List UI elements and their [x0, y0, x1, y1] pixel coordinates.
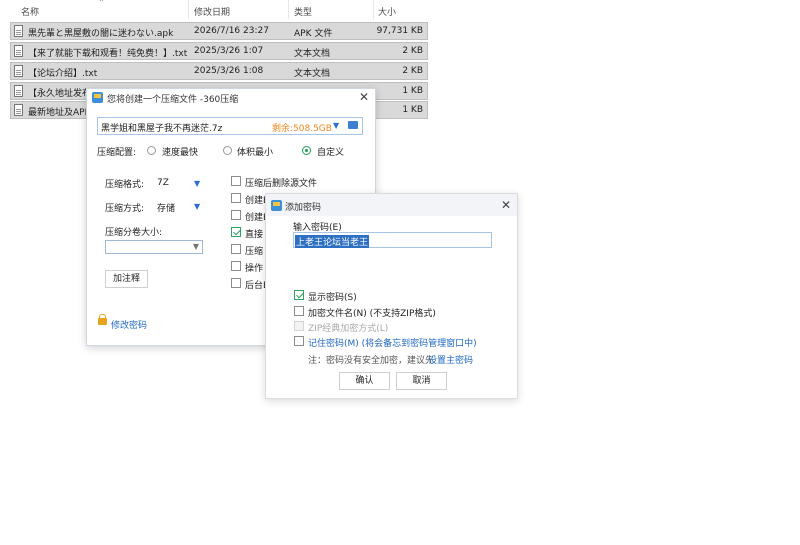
- file-date: 2026/7/16 23:27: [194, 26, 269, 36]
- chevron-down-icon[interactable]: ▼: [194, 202, 200, 211]
- column-divider[interactable]: [288, 0, 289, 19]
- file-row[interactable]: 【来了就能下载和观看！纯免费！】.txt 2025/3/26 1:07 文本文档…: [10, 42, 428, 60]
- option-checkbox-checked[interactable]: [231, 227, 241, 237]
- folder-icon[interactable]: [348, 121, 358, 129]
- option-checkbox[interactable]: [231, 210, 241, 220]
- option-label[interactable]: 操作: [245, 261, 263, 274]
- config-label: 压缩配置:: [97, 148, 137, 158]
- file-size: 97,731 KB: [376, 26, 423, 36]
- file-size: 2 KB: [402, 46, 423, 56]
- option-label[interactable]: 压缩: [245, 244, 263, 257]
- file-row[interactable]: 【论坛介绍】.txt 2025/3/26 1:08 文本文档 2 KB: [10, 62, 428, 80]
- close-icon[interactable]: ✕: [501, 199, 511, 211]
- file-name: 最新地址及APP: [28, 108, 91, 118]
- radio-custom-label[interactable]: 自定义: [317, 145, 344, 158]
- chevron-down-icon[interactable]: ▼: [194, 179, 200, 188]
- remember-password-checkbox[interactable]: [294, 336, 304, 346]
- option-label[interactable]: 直接: [245, 227, 263, 240]
- text-file-icon: [14, 65, 23, 77]
- file-name: 【论坛介绍】.txt: [28, 69, 98, 79]
- lock-icon: [98, 314, 107, 325]
- option-checkbox[interactable]: [231, 261, 241, 271]
- split-size-select[interactable]: ▼: [105, 240, 203, 254]
- file-name: 黒先輩と黒屋敷の闇に迷わない.apk: [28, 29, 174, 39]
- text-file-icon: [14, 104, 23, 116]
- zip-classic-checkbox: [294, 321, 304, 331]
- radio-smallest[interactable]: [223, 146, 232, 155]
- archive-path-input[interactable]: 黑学姐和黑屋子我不再迷茫.7z 剩余:508.5GB ▼: [97, 117, 363, 135]
- file-type: APK 文件: [294, 29, 333, 39]
- add-password-dialog: 添加密码 ✕ 输入密码(E) 上老王论坛当老王 显示密码(S) 加密文件名(N)…: [265, 193, 518, 399]
- file-list-header: 名称 ⌃ 修改日期 类型 大小: [0, 0, 430, 19]
- option-checkbox[interactable]: [231, 244, 241, 254]
- split-label: 压缩分卷大小:: [105, 228, 163, 238]
- password-input[interactable]: 上老王论坛当老王: [293, 232, 492, 248]
- radio-fastest-label[interactable]: 速度最快: [162, 145, 198, 158]
- confirm-button[interactable]: 确认: [339, 372, 390, 390]
- file-date: 2025/3/26 1:07: [194, 46, 264, 56]
- show-password-checkbox[interactable]: [294, 290, 304, 300]
- free-space-label: 剩余:508.5GB: [272, 124, 332, 134]
- method-value[interactable]: 存储: [157, 201, 175, 214]
- set-master-password-link[interactable]: 设置主密码: [428, 353, 473, 366]
- dialog-title: 添加密码: [285, 203, 322, 213]
- column-divider[interactable]: [188, 0, 189, 19]
- dialog-titlebar[interactable]: 添加密码 ✕: [266, 194, 517, 216]
- file-size: 1 KB: [402, 86, 423, 96]
- encrypt-filenames-label[interactable]: 加密文件名(N) (不支持ZIP格式): [308, 306, 436, 319]
- archive-app-icon: [92, 92, 103, 103]
- file-name: 【来了就能下载和观看！纯免费！】.txt: [28, 49, 188, 59]
- file-size: 1 KB: [402, 105, 423, 115]
- zip-classic-label: ZIP经典加密方式(L): [308, 324, 389, 334]
- file-date: 2025/3/26 1:08: [194, 66, 264, 76]
- archive-app-icon: [271, 200, 282, 211]
- column-type[interactable]: 类型: [294, 5, 312, 18]
- option-checkbox[interactable]: [231, 176, 241, 186]
- option-checkbox[interactable]: [231, 278, 241, 288]
- encrypt-filenames-checkbox[interactable]: [294, 306, 304, 316]
- column-size[interactable]: 大小: [378, 5, 396, 18]
- column-divider[interactable]: [373, 0, 374, 19]
- file-icon: [14, 25, 23, 37]
- file-type: 文本文档: [294, 49, 331, 59]
- archive-path-value: 黑学姐和黑屋子我不再迷茫.7z: [101, 124, 223, 134]
- dropdown-arrow-icon[interactable]: ▼: [333, 121, 339, 130]
- format-label: 压缩格式:: [105, 180, 145, 190]
- cancel-button[interactable]: 取消: [396, 372, 447, 390]
- format-value[interactable]: 7Z: [157, 178, 169, 188]
- file-row[interactable]: 黒先輩と黒屋敷の闇に迷わない.apk 2026/7/16 23:27 APK 文…: [10, 22, 428, 40]
- file-type: 文本文档: [294, 69, 331, 79]
- option-checkbox[interactable]: [231, 193, 241, 203]
- sort-up-icon: ⌃: [98, 0, 105, 7]
- change-password-link[interactable]: 修改密码: [111, 318, 147, 331]
- text-file-icon: [14, 85, 23, 97]
- column-name[interactable]: 名称: [21, 5, 39, 18]
- add-comment-button[interactable]: 加注释: [105, 270, 148, 288]
- option-label[interactable]: 压缩后删除源文件: [245, 176, 317, 189]
- chevron-down-icon[interactable]: ▼: [193, 242, 199, 251]
- file-size: 2 KB: [402, 66, 423, 76]
- column-date[interactable]: 修改日期: [194, 5, 230, 18]
- show-password-label[interactable]: 显示密码(S): [308, 290, 357, 303]
- dialog-titlebar[interactable]: 您将创建一个压缩文件 -360压缩 ✕: [87, 89, 375, 107]
- radio-smallest-label[interactable]: 体积最小: [237, 145, 273, 158]
- method-label: 压缩方式:: [105, 204, 145, 214]
- file-name: 【永久地址发布: [28, 89, 92, 99]
- radio-fastest[interactable]: [147, 146, 156, 155]
- close-icon[interactable]: ✕: [359, 91, 369, 103]
- radio-custom[interactable]: [302, 146, 311, 155]
- dialog-title: 您将创建一个压缩文件 -360压缩: [107, 95, 239, 105]
- password-value: 上老王论坛当老王: [295, 235, 370, 248]
- security-note: 注：密码没有安全加密，建议先: [308, 356, 435, 366]
- text-file-icon: [14, 45, 23, 57]
- remember-password-label[interactable]: 记住密码(M) (将会备忘到密码管理窗口中): [308, 336, 477, 349]
